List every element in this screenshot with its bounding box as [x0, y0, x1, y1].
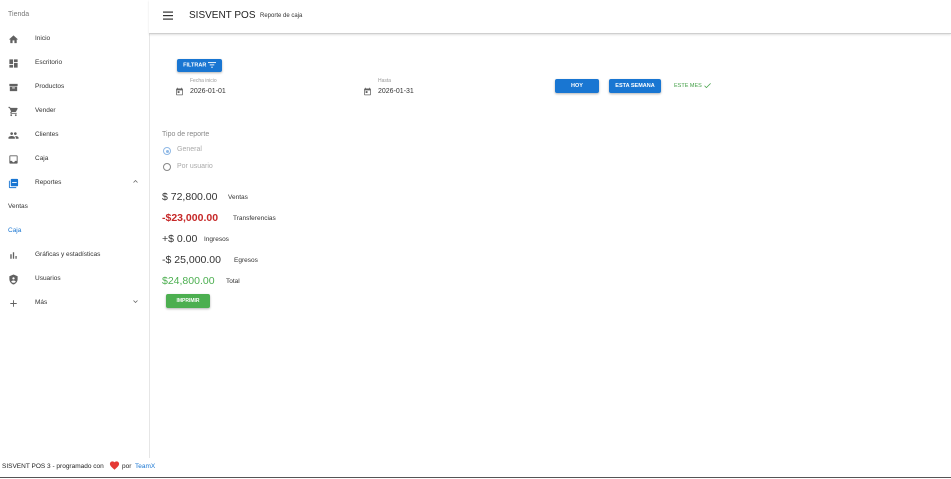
- print-button[interactable]: IMPRIMIR: [166, 294, 210, 308]
- this-month-button[interactable]: ESTE MES: [674, 81, 712, 90]
- this-week-button[interactable]: ESTA SEMANA: [609, 79, 661, 93]
- transferencias-label: Transferencias: [233, 215, 276, 222]
- report-type-label: Tipo de reporte: [162, 131, 210, 138]
- store-label: Tienda: [8, 11, 30, 18]
- ventas-label: Ventas: [228, 194, 248, 201]
- inbox-icon: [9, 155, 18, 164]
- sidebar-item-label: Reportes: [35, 179, 62, 186]
- sidebar-item-escritorio[interactable]: Escritorio: [0, 53, 149, 73]
- filter-button[interactable]: FILTRAR: [177, 59, 222, 72]
- total-label: Total: [226, 278, 240, 285]
- chevron-up-icon[interactable]: [131, 177, 140, 186]
- date-to-label: Hasta: [378, 78, 392, 84]
- sidebar-item-label: Clientes: [35, 131, 59, 138]
- plus-icon: [10, 300, 17, 307]
- shield-icon: [9, 274, 18, 285]
- library-icon: [8, 178, 19, 189]
- ingresos-amount: +$ 0.00: [162, 233, 198, 245]
- radio-general[interactable]: [163, 147, 171, 155]
- sidebar-item-label: Gráficas y estadísticas: [35, 251, 101, 258]
- sidebar-item-label: Escritorio: [35, 59, 63, 66]
- sidebar-subitem-ventas[interactable]: Ventas: [8, 203, 28, 210]
- check-icon: [704, 83, 712, 89]
- heart-icon: [109, 461, 120, 470]
- chevron-down-icon[interactable]: [131, 297, 140, 306]
- date-from-label: Fecha inicio: [190, 78, 217, 84]
- sidebar-item-label: Más: [35, 299, 48, 306]
- date-to-field[interactable]: 2026-01-31: [378, 88, 414, 95]
- sidebar-item-mas[interactable]: Más: [0, 293, 149, 313]
- footer: SISVENT POS 3 - programado con por TeamX: [0, 458, 951, 478]
- page-subtitle: Reporte de caja: [260, 13, 303, 19]
- app-header: SISVENT POS Reporte de caja: [149, 0, 951, 34]
- dashboard-icon: [9, 59, 18, 68]
- sidebar-item-label: Caja: [35, 155, 49, 162]
- sidebar-item-label: Inicio: [35, 35, 51, 42]
- sidebar-item-label: Usuarios: [35, 275, 61, 282]
- ventas-amount: $ 72,800.00: [162, 191, 218, 203]
- radio-general-label: General: [177, 146, 202, 153]
- calendar-icon: [364, 87, 371, 96]
- sidebar-item-clientes[interactable]: Clientes: [0, 125, 149, 145]
- home-icon: [8, 35, 19, 44]
- sidebar: Tienda Inicio Escritorio Productos Vende…: [0, 0, 150, 458]
- app-title: SISVENT POS: [189, 10, 256, 21]
- sidebar-item-label: Productos: [35, 83, 65, 90]
- footer-by: por: [122, 463, 132, 470]
- calendar-icon: [176, 87, 183, 96]
- bar-chart-icon: [10, 252, 17, 259]
- filter-button-label: FILTRAR: [183, 62, 207, 69]
- sidebar-subitem-caja[interactable]: Caja: [8, 227, 21, 234]
- cart-icon: [8, 106, 18, 117]
- sidebar-item-vender[interactable]: Vender: [0, 101, 149, 121]
- today-button[interactable]: HOY: [555, 79, 599, 93]
- menu-icon[interactable]: [163, 11, 173, 20]
- egresos-amount: -$ 25,000.00: [162, 254, 221, 266]
- radio-por-usuario[interactable]: [163, 163, 171, 171]
- ingresos-label: Ingresos: [204, 236, 229, 243]
- date-from-field[interactable]: 2026-01-01: [190, 88, 226, 95]
- people-icon: [8, 132, 19, 139]
- inventory-icon: [9, 83, 18, 92]
- total-amount: $24,800.00: [162, 275, 215, 287]
- sidebar-item-inicio[interactable]: Inicio: [0, 29, 149, 49]
- sidebar-item-productos[interactable]: Productos: [0, 77, 149, 97]
- filter-icon: [207, 62, 216, 68]
- transferencias-amount: -$23,000.00: [162, 212, 219, 224]
- footer-text: SISVENT POS 3 - programado con: [2, 463, 104, 470]
- sidebar-item-caja[interactable]: Caja: [0, 149, 149, 169]
- sidebar-item-usuarios[interactable]: Usuarios: [0, 269, 149, 289]
- sidebar-item-graficas[interactable]: Gráficas y estadísticas: [0, 245, 149, 265]
- egresos-label: Egresos: [234, 257, 258, 264]
- this-month-label: ESTE MES: [674, 82, 702, 89]
- sidebar-item-reportes[interactable]: Reportes: [0, 173, 149, 193]
- radio-por-usuario-label: Por usuario: [177, 163, 213, 170]
- sidebar-item-label: Vender: [35, 107, 56, 114]
- footer-author-link[interactable]: TeamX: [135, 463, 155, 470]
